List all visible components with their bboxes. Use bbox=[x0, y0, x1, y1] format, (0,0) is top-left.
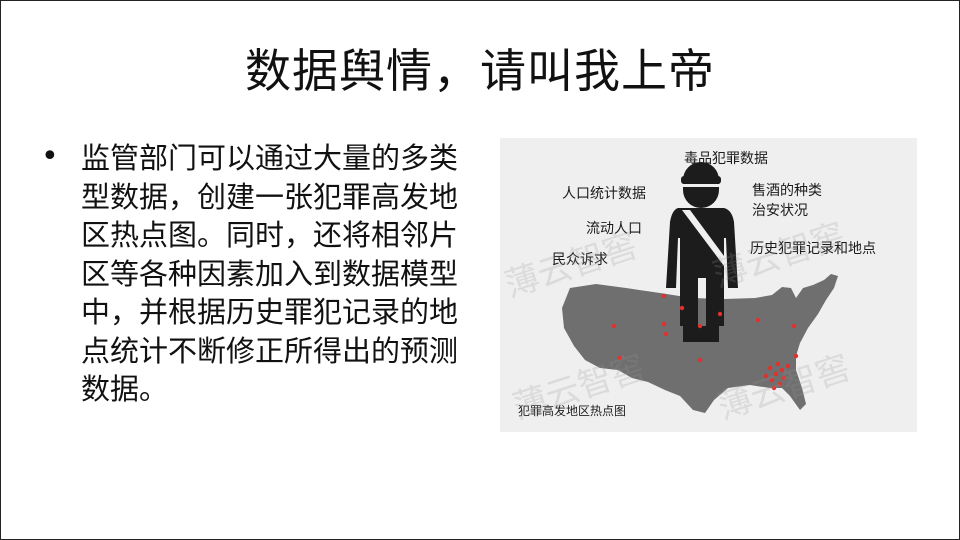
hotspot-dot bbox=[697, 357, 703, 363]
hotspot-dot bbox=[779, 367, 785, 373]
label-security: 治安状况 bbox=[752, 203, 808, 219]
officer-legs bbox=[683, 326, 719, 342]
hotspot-dot bbox=[663, 331, 669, 337]
hotspot-dot bbox=[661, 321, 667, 327]
hotspot-dot bbox=[697, 323, 703, 329]
hotspot-dot bbox=[785, 363, 791, 369]
hotspot-dot bbox=[755, 317, 761, 323]
hotspot-dot bbox=[777, 381, 783, 387]
label-floating-population: 流动人口 bbox=[586, 221, 642, 237]
label-population: 人口统计数据 bbox=[562, 186, 646, 202]
hotspot-dot bbox=[661, 293, 667, 299]
hotspot-dot bbox=[791, 323, 797, 329]
officer-hat-band bbox=[683, 184, 719, 187]
hotspot-dot bbox=[781, 375, 787, 381]
hotspot-dot bbox=[769, 377, 775, 383]
hotspot-dot bbox=[679, 305, 685, 311]
hotspot-dot bbox=[773, 371, 779, 377]
hotspot-dot bbox=[775, 361, 781, 367]
us-map-shape bbox=[562, 274, 838, 413]
officer-hat bbox=[681, 176, 721, 184]
hotspot-dot bbox=[793, 353, 799, 359]
crime-hotspot-figure: 毒品犯罪数据 人口统计数据 售酒的种类 治安状况 流动人口 民众诉求 历史犯罪记… bbox=[500, 138, 917, 432]
label-liquor: 售酒的种类 bbox=[752, 183, 822, 199]
figure-caption: 犯罪高发地区热点图 bbox=[518, 404, 627, 418]
label-drug-crime: 毒品犯罪数据 bbox=[684, 151, 768, 167]
hotspot-dot bbox=[767, 365, 773, 371]
hotspot-dot bbox=[763, 373, 769, 379]
hotspot-dot bbox=[611, 323, 617, 329]
hotspot-dot bbox=[617, 355, 623, 361]
hotspot-dot bbox=[717, 311, 723, 317]
slide-title: 数据舆情，请叫我上帝 bbox=[245, 44, 715, 98]
label-history: 历史犯罪记录和地点 bbox=[750, 241, 876, 257]
hotspot-dot bbox=[771, 385, 777, 391]
slide: 数据舆情，请叫我上帝 • 监管部门可以通过大量的多类型数据，创建一张犯罪高发地区… bbox=[0, 0, 960, 540]
bullet-dot-icon: • bbox=[41, 139, 59, 174]
bullet-text: 监管部门可以通过大量的多类型数据，创建一张犯罪高发地区热点图。同时，还将相邻片区… bbox=[81, 141, 459, 406]
label-complaints: 民众诉求 bbox=[552, 252, 608, 268]
